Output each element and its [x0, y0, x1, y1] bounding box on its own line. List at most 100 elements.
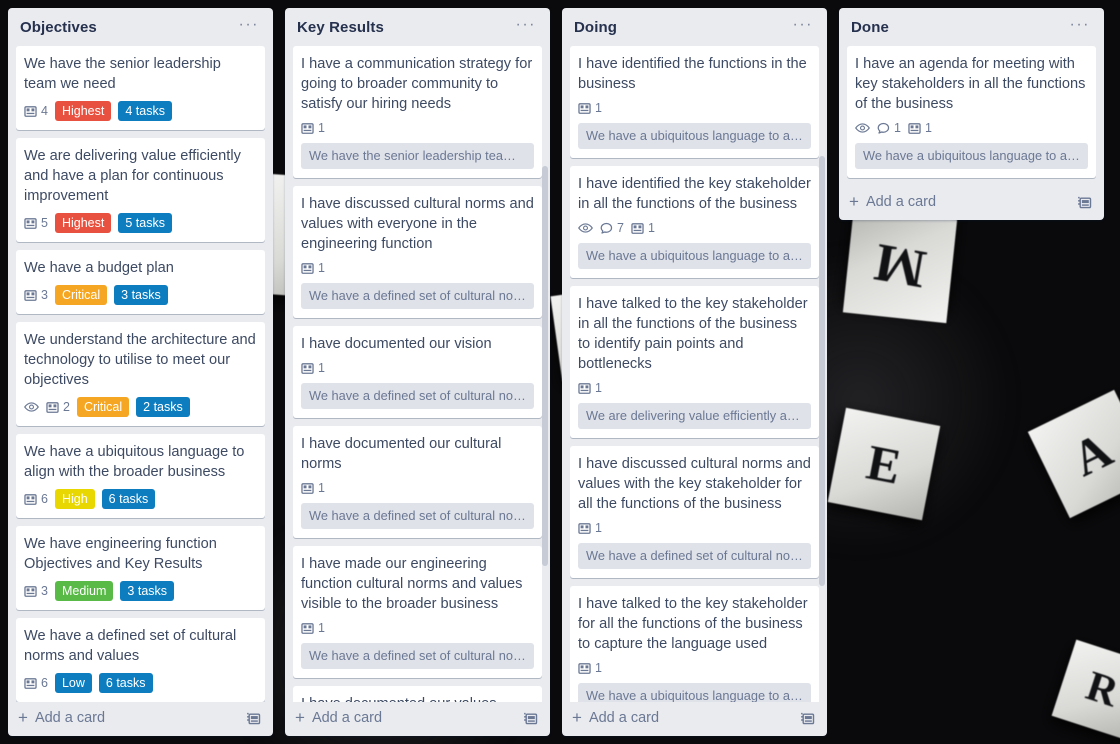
card[interactable]: I have talked to the key stakeholder in …: [570, 286, 819, 438]
list-cards: I have identified the functions in the b…: [562, 46, 827, 702]
add-card-button[interactable]: + Add a card: [849, 193, 937, 210]
parent-card-chip[interactable]: We have a ubiquitous language to align …: [578, 243, 811, 269]
parent-card-chip[interactable]: We have a defined set of cultural norms …: [301, 283, 534, 309]
description-count: 1: [595, 101, 602, 115]
card[interactable]: I have made our engineering function cul…: [293, 546, 542, 678]
parent-card-chip[interactable]: We have a defined set of cultural norms …: [301, 643, 534, 669]
label-badge[interactable]: Critical: [54, 285, 108, 305]
add-card-button[interactable]: + Add a card: [18, 709, 105, 726]
description-count-badge[interactable]: 1: [301, 481, 325, 495]
description-count-badge[interactable]: 2: [46, 400, 70, 414]
description-count-badge[interactable]: 1: [301, 121, 325, 135]
card[interactable]: We are delivering value efficiently and …: [16, 138, 265, 242]
description-count-badge[interactable]: 1: [578, 101, 602, 115]
card[interactable]: We have engineering function Objectives …: [16, 526, 265, 610]
description-count-badge[interactable]: 1: [301, 261, 325, 275]
card-badges: 11: [855, 121, 1088, 135]
card-template-icon[interactable]: [246, 711, 261, 726]
ellipsis-icon[interactable]: ···: [514, 16, 538, 35]
card[interactable]: We have a ubiquitous language to align w…: [16, 434, 265, 518]
add-card-button[interactable]: + Add a card: [295, 709, 382, 726]
description-count-badge[interactable]: 5: [24, 216, 48, 230]
parent-card-chip[interactable]: We have a defined set of cultural norms …: [301, 503, 534, 529]
description-count-badge[interactable]: 1: [578, 521, 602, 535]
card-template-icon[interactable]: [523, 711, 538, 726]
card[interactable]: I have documented our vision 1 We have a d…: [293, 326, 542, 418]
label-badge[interactable]: 4 tasks: [118, 101, 172, 121]
card[interactable]: We have a defined set of cultural norms …: [16, 618, 265, 702]
label-badge[interactable]: Highest: [54, 213, 112, 233]
parent-card-chip[interactable]: We have a ubiquitous language to align w…: [855, 143, 1088, 169]
description-count-badge[interactable]: 6: [24, 676, 48, 690]
description-count-badge[interactable]: 1: [301, 361, 325, 375]
label-badge[interactable]: Medium: [54, 581, 114, 601]
add-card-button[interactable]: + Add a card: [572, 709, 660, 726]
parent-card-chip[interactable]: We have a ubiquitous language to align …: [578, 683, 811, 702]
label-badge[interactable]: High: [54, 489, 95, 509]
list-title[interactable]: Key Results: [297, 19, 384, 36]
card-title: I have a communication strategy for goin…: [301, 56, 533, 112]
eye-icon[interactable]: [578, 222, 593, 234]
list-scrollbar-track[interactable]: [819, 46, 825, 702]
parent-card-chip[interactable]: We have a ubiquitous language to align …: [578, 123, 811, 149]
card[interactable]: I have documented our values1: [293, 686, 542, 702]
list-scrollbar-track[interactable]: [542, 46, 548, 702]
description-count: 2: [63, 400, 70, 414]
card[interactable]: We understand the architecture and techn…: [16, 322, 265, 426]
description-count-badge[interactable]: 1: [578, 381, 602, 395]
parent-card-chip[interactable]: We have the senior leadership team we …: [301, 143, 534, 169]
eye-icon[interactable]: [855, 122, 870, 134]
description-count-badge[interactable]: 6: [24, 492, 48, 506]
card[interactable]: I have discussed cultural norms and valu…: [293, 186, 542, 318]
description-count-badge[interactable]: 1: [631, 221, 655, 235]
card[interactable]: I have discussed cultural norms and valu…: [570, 446, 819, 578]
parent-card-chip[interactable]: We are delivering value efficiently and …: [578, 403, 811, 429]
card[interactable]: I have talked to the key stakeholder for…: [570, 586, 819, 702]
add-card-label: Add a card: [865, 194, 937, 210]
parent-card-chip[interactable]: We have a defined set of cultural norms …: [301, 383, 534, 409]
add-card-label: Add a card: [588, 710, 660, 726]
label-badge[interactable]: Low: [54, 673, 92, 693]
list-header: Objectives ···: [8, 8, 273, 46]
description-count-badge[interactable]: 3: [24, 288, 48, 302]
label-badge[interactable]: Critical: [76, 397, 130, 417]
label-badge[interactable]: 5 tasks: [118, 213, 172, 233]
card[interactable]: We have the senior leadership team we ne…: [16, 46, 265, 130]
description-count-badge[interactable]: 1: [301, 621, 325, 635]
description-count: 1: [595, 661, 602, 675]
card-template-icon[interactable]: [1077, 195, 1092, 210]
label-badge[interactable]: 2 tasks: [136, 397, 190, 417]
description-count-badge[interactable]: 4: [24, 104, 48, 118]
card[interactable]: I have identified the functions in the b…: [570, 46, 819, 158]
description-count-badge[interactable]: 1: [908, 121, 932, 135]
comment-count-badge[interactable]: 7: [600, 221, 624, 235]
label-badge[interactable]: 6 tasks: [101, 489, 156, 509]
eye-icon[interactable]: [24, 401, 39, 413]
label-badge[interactable]: Highest: [54, 101, 112, 121]
card[interactable]: I have a communication strategy for goin…: [293, 46, 542, 178]
label-badge[interactable]: 3 tasks: [120, 581, 175, 601]
card[interactable]: We have a budget plan 3 Critical 3 tasks: [16, 250, 265, 314]
list-scrollbar-thumb[interactable]: [542, 166, 548, 566]
list-objectives: Objectives ··· We have the senior leadersh…: [8, 8, 273, 736]
comment-count-badge[interactable]: 1: [877, 121, 901, 135]
card[interactable]: I have documented our cultural norms 1 We …: [293, 426, 542, 538]
card[interactable]: I have an agenda for meeting with key st…: [847, 46, 1096, 178]
card-title: We are delivering value efficiently and …: [24, 148, 241, 204]
list-title[interactable]: Doing: [574, 19, 617, 36]
description-count: 6: [41, 492, 48, 506]
label-badge[interactable]: 6 tasks: [98, 673, 153, 693]
card-template-icon[interactable]: [800, 711, 815, 726]
ellipsis-icon[interactable]: ···: [237, 16, 261, 35]
list-title[interactable]: Done: [851, 19, 889, 36]
label-badge[interactable]: 3 tasks: [114, 285, 168, 305]
card[interactable]: I have identified the key stakeholder in…: [570, 166, 819, 278]
parent-card-chip[interactable]: We have a defined set of cultural norms …: [578, 543, 811, 569]
description-count-badge[interactable]: 3: [24, 584, 48, 598]
list-header: Doing ···: [562, 8, 827, 46]
ellipsis-icon[interactable]: ···: [791, 16, 815, 35]
list-scrollbar-thumb[interactable]: [819, 156, 825, 586]
ellipsis-icon[interactable]: ···: [1068, 16, 1092, 35]
list-title[interactable]: Objectives: [20, 19, 97, 36]
description-count-badge[interactable]: 1: [578, 661, 602, 675]
